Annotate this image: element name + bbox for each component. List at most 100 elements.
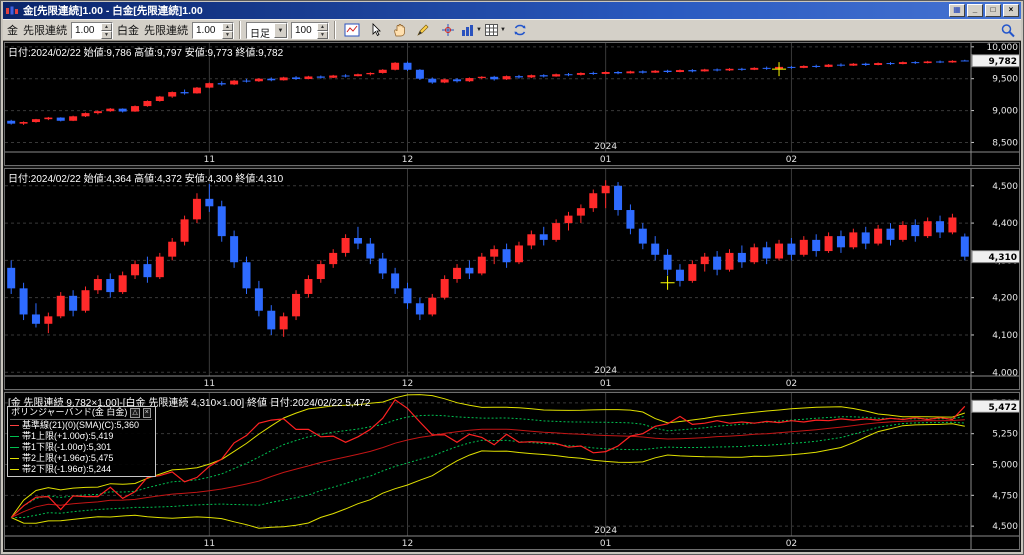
svg-text:4,400: 4,400 [992, 219, 1018, 229]
bar-count-value[interactable]: 100 [292, 23, 317, 38]
svg-text:2024: 2024 [594, 142, 617, 152]
svg-text:12: 12 [402, 155, 413, 165]
window-style-button[interactable]: ▦ [949, 4, 965, 17]
spin-up-icon[interactable]: ▲ [317, 22, 328, 31]
svg-text:01: 01 [600, 379, 611, 389]
svg-text:02: 02 [786, 539, 797, 549]
legend-line-swatch [10, 458, 19, 459]
refresh-icon [514, 24, 525, 36]
spread-bollinger-chart[interactable]: 111201024,5004,7505,0005,2505,50020245,4… [5, 393, 1020, 549]
svg-text:5,472: 5,472 [989, 403, 1017, 413]
draw-tool-button[interactable] [413, 20, 434, 40]
platinum-symbol-label: 白金 [117, 25, 139, 37]
legend-row: 帯1下限(-1.00σ):5,301 [10, 442, 152, 453]
refresh-button[interactable] [509, 20, 530, 40]
search-icon [1001, 23, 1015, 37]
legend-title-row: ボリンジャーバンド(金 白金) △ × [10, 407, 152, 420]
platinum-panel[interactable]: 111201024,0004,1004,2004,3004,4004,50020… [4, 168, 1020, 390]
toolbar-separator [239, 21, 241, 39]
platinum-daily-candles [7, 180, 969, 337]
svg-text:4,500: 4,500 [992, 182, 1018, 192]
svg-text:9,000: 9,000 [992, 107, 1018, 117]
legend-row: 帯2下限(-1.96σ):5,244 [10, 464, 152, 475]
legend-label: 帯2上限(+1.96σ):5,475 [22, 453, 114, 463]
platinum-contract-label: 先限連続 [144, 25, 188, 37]
spin-up-icon[interactable]: ▲ [222, 22, 233, 31]
svg-text:4,000: 4,000 [992, 368, 1018, 378]
chevron-down-icon: ▼ [500, 27, 506, 33]
spin-down-icon[interactable]: ▼ [222, 30, 233, 39]
toolbar-separator [334, 21, 336, 39]
grid-settings-button[interactable]: ▼ [485, 20, 506, 40]
chart-layout-icon [344, 23, 359, 37]
svg-text:4,500: 4,500 [992, 522, 1018, 532]
app-window: 金[先限連続]1.00 - 白金[先限連続]1.00 ▦ _ □ × 金 先限連… [0, 0, 1024, 555]
platinum-multiplier-value[interactable]: 1.00 [193, 23, 222, 38]
legend-row: 帯1上限(+1.00σ):5,419 [10, 431, 152, 442]
cursor-tool-button[interactable] [365, 20, 386, 40]
gold-symbol-label: 金 [7, 25, 18, 37]
legend-line-swatch [10, 469, 19, 470]
gold-contract-label: 先限連続 [23, 25, 67, 37]
svg-text:4,310: 4,310 [989, 253, 1017, 263]
svg-text:10,000: 10,000 [987, 43, 1019, 53]
svg-text:2024: 2024 [594, 366, 617, 376]
svg-text:2024: 2024 [594, 526, 617, 536]
maximize-button[interactable]: □ [985, 4, 1001, 17]
gold-ohlc-readout: 日付:2024/02/22 始値:9,786 高値:9,797 安値:9,773… [8, 48, 284, 59]
legend-label: 基準線(21)(0)(SMA)(C):5,360 [22, 420, 140, 430]
legend-collapse-button[interactable]: △ [130, 407, 140, 418]
hand-icon [393, 24, 405, 37]
spin-up-icon[interactable]: ▲ [101, 22, 112, 31]
legend-label: 帯1下限(-1.00σ):5,301 [22, 442, 112, 452]
bollinger-legend[interactable]: ボリンジャーバンド(金 白金) △ × 基準線(21)(0)(SMA)(C):5… [7, 406, 156, 477]
legend-label: 帯2下限(-1.96σ):5,244 [22, 464, 112, 474]
titlebar[interactable]: 金[先限連続]1.00 - 白金[先限連続]1.00 ▦ _ □ × [3, 2, 1021, 19]
gold-multiplier-value[interactable]: 1.00 [72, 23, 101, 38]
close-button[interactable]: × [1003, 4, 1019, 17]
svg-text:11: 11 [204, 379, 215, 389]
legend-line-swatch [10, 436, 19, 437]
legend-row: 帯2上限(+1.96σ):5,475 [10, 453, 152, 464]
spin-down-icon[interactable]: ▼ [317, 30, 328, 39]
svg-text:01: 01 [600, 539, 611, 549]
grid-icon [485, 24, 499, 36]
legend-label: 帯1上限(+1.00σ):5,419 [22, 431, 114, 441]
chart-layout-button[interactable] [341, 20, 362, 40]
app-icon [6, 6, 18, 14]
toolbar: 金 先限連続 1.00 ▲ ▼ 白金 先限連続 1.00 ▲ ▼ 日足 ▼ 10… [3, 19, 1021, 41]
chart-type-button[interactable]: ▼ [461, 20, 482, 40]
hand-tool-button[interactable] [389, 20, 410, 40]
crosshair-tool-button[interactable] [437, 20, 458, 40]
platinum-candlestick-chart[interactable]: 111201024,0004,1004,2004,3004,4004,50020… [5, 169, 1020, 389]
spin-down-icon[interactable]: ▼ [101, 30, 112, 39]
chevron-down-icon[interactable]: ▼ [274, 22, 287, 38]
svg-text:5,250: 5,250 [992, 430, 1018, 440]
spread-panel[interactable]: 111201024,5004,7505,0005,2505,50020245,4… [4, 392, 1020, 550]
cursor-icon [372, 23, 381, 37]
legend-row: 基準線(21)(0)(SMA)(C):5,360 [10, 420, 152, 431]
period-value[interactable]: 日足 [247, 23, 274, 40]
svg-text:02: 02 [786, 379, 797, 389]
chevron-down-icon: ▼ [476, 27, 482, 33]
platinum-ohlc-readout: 日付:2024/02/22 始値:4,364 高値:4,372 安値:4,300… [8, 174, 284, 185]
pencil-icon [416, 24, 428, 36]
minimize-button[interactable]: _ [967, 4, 983, 17]
svg-text:02: 02 [786, 155, 797, 165]
search-button[interactable] [997, 20, 1018, 40]
bar-chart-icon [462, 25, 474, 36]
gold-daily-candles [7, 59, 969, 125]
gold-candlestick-chart[interactable]: 11 12 01 02 8,500 9,000 9,500 10,000 2024 9,782 [5, 43, 1020, 165]
window-title: 金[先限連続]1.00 - 白金[先限連続]1.00 [23, 5, 203, 17]
platinum-multiplier-spinner[interactable]: 1.00 ▲ ▼ [192, 21, 234, 39]
svg-text:9,500: 9,500 [992, 75, 1018, 85]
svg-text:8,500: 8,500 [992, 138, 1018, 148]
legend-line-swatch [10, 447, 19, 448]
gold-multiplier-spinner[interactable]: 1.00 ▲ ▼ [71, 21, 113, 39]
bar-count-spinner[interactable]: 100 ▲ ▼ [291, 21, 329, 39]
period-select[interactable]: 日足 ▼ [246, 21, 288, 40]
gold-panel[interactable]: 11 12 01 02 8,500 9,000 9,500 10,000 2024 9,782 日… [4, 42, 1020, 166]
legend-close-button[interactable]: × [142, 407, 151, 418]
svg-text:11: 11 [204, 155, 215, 165]
svg-text:4,100: 4,100 [992, 331, 1018, 341]
